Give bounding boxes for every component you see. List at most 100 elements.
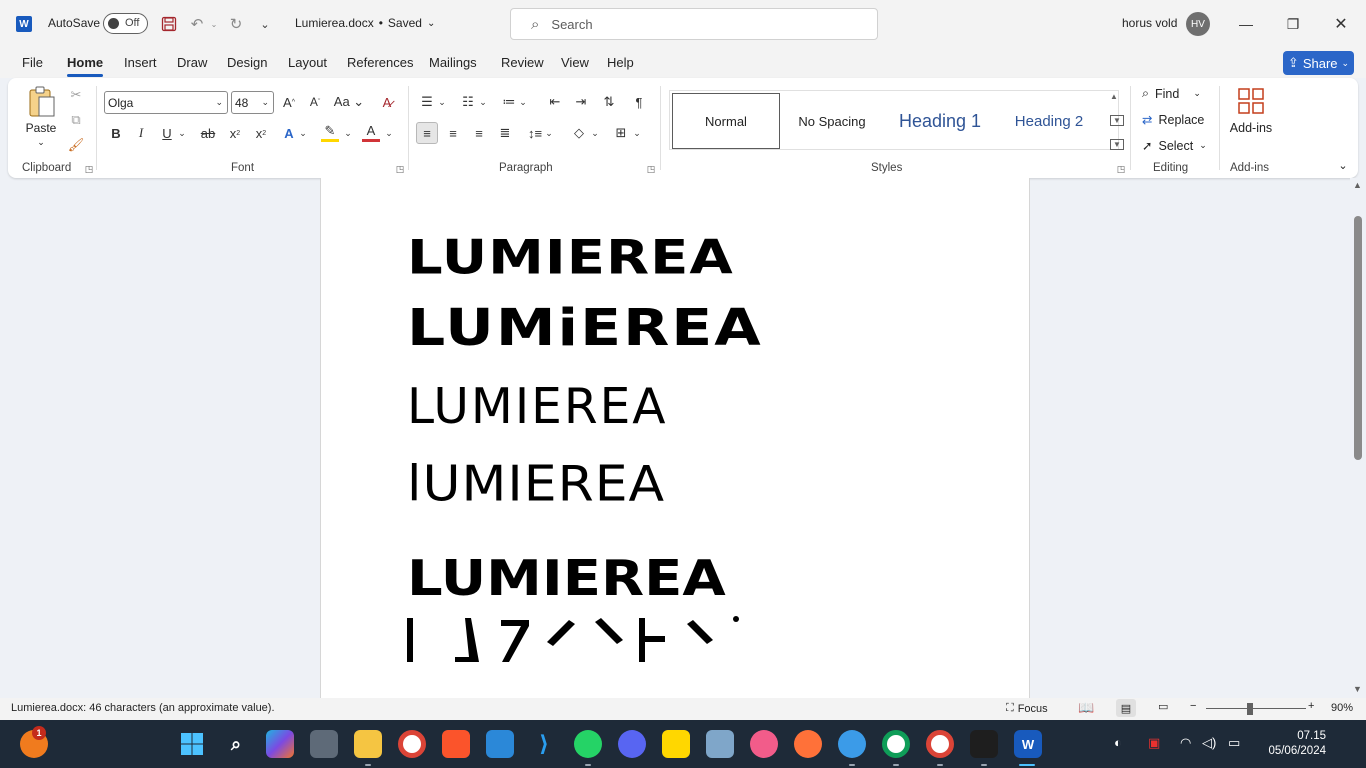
dialog-launcher-icon[interactable]: ◳ bbox=[84, 164, 94, 174]
task-view-icon[interactable] bbox=[310, 730, 338, 758]
wifi-icon[interactable]: ◠ bbox=[1180, 735, 1191, 751]
whatsapp-icon[interactable] bbox=[574, 730, 602, 758]
style-heading-1[interactable]: Heading 1 bbox=[886, 93, 994, 149]
bold-icon[interactable]: B bbox=[105, 122, 127, 144]
chevron-down-icon[interactable]: ⌄ bbox=[542, 122, 556, 144]
font-color-icon[interactable]: A bbox=[362, 122, 380, 142]
select-button[interactable]: ➚ Select ⌄ bbox=[1142, 138, 1207, 154]
user-name[interactable]: horus vold bbox=[1122, 16, 1177, 30]
tab-design[interactable]: Design bbox=[227, 55, 267, 70]
cut-icon[interactable]: ✂ bbox=[65, 84, 87, 106]
tab-layout[interactable]: Layout bbox=[288, 55, 327, 70]
autosave-toggle[interactable]: Off bbox=[103, 13, 148, 34]
close-icon[interactable]: ✕ bbox=[1318, 8, 1364, 40]
borders-icon[interactable]: ⊞ bbox=[610, 122, 632, 144]
subscript-icon[interactable]: x2 bbox=[224, 122, 246, 144]
file-explorer-icon[interactable] bbox=[354, 730, 382, 758]
change-case-icon[interactable]: Aa ⌄ bbox=[333, 91, 365, 113]
tab-review[interactable]: Review bbox=[501, 55, 544, 70]
replace-button[interactable]: ⇄ Replace bbox=[1142, 112, 1204, 128]
tab-help[interactable]: Help bbox=[607, 55, 634, 70]
show-formatting-icon[interactable]: ¶ bbox=[628, 91, 650, 113]
vertical-scrollbar[interactable]: ▲ ▼ bbox=[1350, 178, 1366, 698]
chevron-down-icon[interactable]: ⌄ bbox=[296, 122, 310, 144]
paste-button[interactable]: Paste bbox=[22, 120, 60, 136]
chevron-down-icon[interactable]: ⌄ bbox=[382, 122, 396, 144]
paste-icon[interactable] bbox=[26, 84, 58, 120]
clock[interactable]: 07.15 05/06/2024 bbox=[1256, 729, 1326, 759]
scroll-up-icon[interactable]: ▲ bbox=[1110, 92, 1124, 101]
chevron-down-icon[interactable]: ⌄ bbox=[476, 91, 490, 113]
style-heading-2[interactable]: Heading 2 bbox=[996, 93, 1102, 149]
print-layout-icon[interactable]: ▤ bbox=[1116, 699, 1136, 717]
vscode-icon[interactable]: ⟩ bbox=[530, 730, 558, 758]
chevron-down-icon[interactable]: ⌄ bbox=[435, 91, 449, 113]
redo-icon[interactable]: ↻ bbox=[225, 13, 247, 35]
figma-icon[interactable] bbox=[970, 730, 998, 758]
tab-references[interactable]: References bbox=[347, 55, 413, 70]
word-taskbar-icon[interactable]: W bbox=[1014, 730, 1042, 758]
align-center-icon[interactable]: ≡ bbox=[442, 122, 464, 144]
save-icon[interactable] bbox=[158, 13, 180, 35]
chevron-down-icon[interactable]: ⌄ bbox=[630, 122, 644, 144]
grow-font-icon[interactable]: A ^ bbox=[278, 91, 300, 113]
scrollbar-thumb[interactable] bbox=[1354, 216, 1362, 460]
more-styles-icon[interactable]: ▼ bbox=[1110, 139, 1124, 150]
ribbon-collapse-icon[interactable]: ⌄ bbox=[1336, 158, 1350, 172]
search-box[interactable]: ⌕ Search bbox=[510, 8, 878, 40]
chrome-profile-c-icon[interactable] bbox=[882, 730, 910, 758]
read-mode-icon[interactable]: 📖 bbox=[1078, 700, 1094, 716]
tab-view[interactable]: View bbox=[561, 55, 589, 70]
chrome-icon[interactable] bbox=[398, 730, 426, 758]
oofi-app-icon[interactable] bbox=[750, 730, 778, 758]
tab-draw[interactable]: Draw bbox=[177, 55, 207, 70]
discord-icon[interactable] bbox=[618, 730, 646, 758]
align-right-icon[interactable]: ≡ bbox=[468, 122, 490, 144]
microsoft-store-icon[interactable] bbox=[486, 730, 514, 758]
zoom-level[interactable]: 90% bbox=[1331, 702, 1353, 714]
copy-icon[interactable]: ⧉ bbox=[65, 109, 87, 131]
chevron-down-icon[interactable]: ⌄ bbox=[35, 136, 47, 148]
volume-icon[interactable]: ◁) bbox=[1202, 735, 1216, 751]
battery-icon[interactable]: ▭ bbox=[1228, 735, 1240, 751]
share-button[interactable]: ⇪ Share ⌄ bbox=[1283, 51, 1354, 75]
chevron-down-icon[interactable]: ⌄ bbox=[175, 122, 189, 144]
find-button[interactable]: ⌕ Find ⌄ bbox=[1142, 86, 1201, 101]
undo-dropdown-icon[interactable]: ⌄ bbox=[203, 13, 225, 35]
copilot-icon[interactable] bbox=[266, 730, 294, 758]
chevron-down-icon[interactable]: ⌄ bbox=[516, 91, 530, 113]
style-no-spacing[interactable]: No Spacing bbox=[784, 93, 880, 149]
customize-toolbar-icon[interactable]: ⌄ bbox=[254, 13, 276, 35]
zoom-out-icon[interactable]: − bbox=[1190, 700, 1196, 712]
chevron-down-icon[interactable]: ⌄ bbox=[588, 122, 602, 144]
decrease-indent-icon[interactable]: ⇤ bbox=[544, 91, 566, 113]
zoom-slider-thumb[interactable] bbox=[1247, 703, 1253, 715]
shrink-font-icon[interactable]: Aˇ bbox=[304, 91, 326, 113]
windows-start-icon[interactable] bbox=[178, 730, 206, 758]
strikethrough-icon[interactable]: ab bbox=[197, 122, 219, 144]
shading-icon[interactable]: ◇ bbox=[568, 122, 590, 144]
chevron-down-icon[interactable]: ⌄ bbox=[341, 122, 355, 144]
web-layout-icon[interactable]: ▭ bbox=[1158, 700, 1168, 713]
italic-icon[interactable]: I bbox=[130, 122, 152, 144]
increase-indent-icon[interactable]: ⇥ bbox=[570, 91, 592, 113]
scroll-up-icon[interactable]: ▲ bbox=[1353, 180, 1362, 190]
style-normal[interactable]: Normal bbox=[672, 93, 780, 149]
tray-app-icon[interactable]: ◐ bbox=[1114, 735, 1122, 750]
tab-mailings[interactable]: Mailings bbox=[429, 55, 477, 70]
tab-insert[interactable]: Insert bbox=[124, 55, 157, 70]
dialog-launcher-icon[interactable]: ◳ bbox=[395, 164, 405, 174]
search-icon[interactable]: ⌕ bbox=[222, 730, 250, 758]
dialog-launcher-icon[interactable]: ◳ bbox=[646, 164, 656, 174]
dialog-launcher-icon[interactable]: ◳ bbox=[1116, 164, 1126, 174]
add-ins-icon[interactable] bbox=[1236, 86, 1266, 116]
tray-adobe-icon[interactable]: ▣ bbox=[1148, 735, 1160, 751]
document-title[interactable]: Lumierea.docx • Saved ⌄ bbox=[295, 16, 435, 30]
clear-formatting-icon[interactable]: A̷ bbox=[376, 91, 398, 113]
focus-button[interactable]: ⛶ Focus bbox=[1006, 702, 1048, 715]
format-painter-icon[interactable]: 🖌 bbox=[65, 134, 87, 156]
font-name-box[interactable]: Olga ⌄ bbox=[104, 91, 228, 114]
scroll-down-icon[interactable]: ▼ bbox=[1110, 114, 1124, 126]
brave-icon[interactable] bbox=[442, 730, 470, 758]
document-page[interactable]: LUMIEREA LUMiEREA LUMIERЕA lUMIEREA LUMI… bbox=[320, 178, 1030, 698]
